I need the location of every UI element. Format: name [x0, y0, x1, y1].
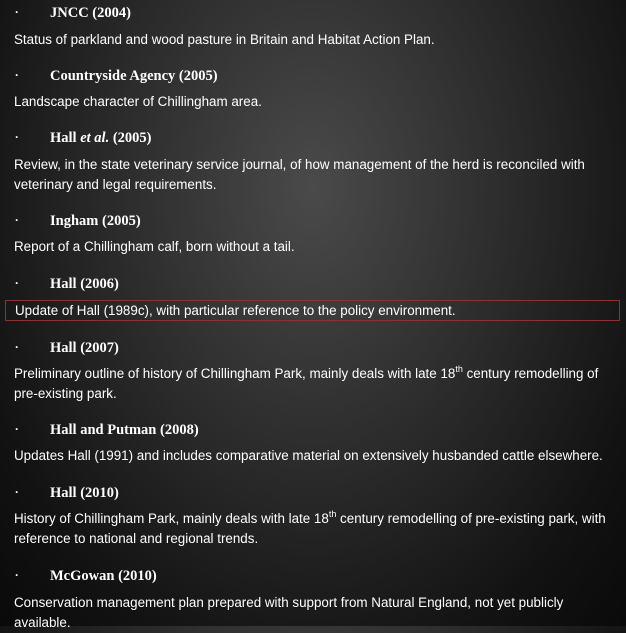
reference-description: Conservation management plan prepared wi…	[14, 595, 564, 630]
bullet-icon: ·	[15, 213, 19, 227]
reference-year: (2004)	[92, 5, 131, 21]
reference-year: (2006)	[80, 276, 119, 292]
reference-author: McGowan	[50, 568, 115, 584]
highlighted-description-box: Update of Hall (1989c), with particular …	[5, 300, 620, 321]
reference-heading: · Hall and Putman (2008)	[0, 419, 626, 441]
reference-author: Hall	[50, 130, 77, 146]
bullet-icon: ·	[15, 68, 19, 82]
reference-year: (2008)	[159, 422, 199, 438]
reference-description: Update of Hall (1989c), with particular …	[15, 303, 456, 318]
reference-description: Preliminary outline of history of Chilli…	[14, 364, 614, 404]
reference-year: (2005)	[178, 68, 218, 84]
reference-author: Ingham	[50, 213, 99, 229]
bullet-icon: ·	[15, 568, 19, 582]
description-text: Preliminary outline of history of Chilli…	[14, 366, 456, 381]
reference-citation: Hall (2010)	[50, 482, 119, 504]
reference-author: JNCC	[50, 5, 89, 21]
reference-author: Hall	[50, 276, 77, 292]
reference-author: Hall	[50, 485, 77, 501]
reference-description: Landscape character of Chillingham area.	[14, 94, 262, 109]
bullet-icon: ·	[15, 5, 19, 19]
reference-citation: Hall (2007)	[50, 337, 119, 359]
reference-author: Hall	[50, 340, 77, 356]
reference-heading: · Hall (2006)	[0, 273, 626, 295]
reference-heading: · Hall (2007)	[0, 337, 626, 359]
bullet-icon: ·	[15, 422, 19, 436]
reference-year: (2005)	[112, 130, 152, 146]
reference-year: (2010)	[80, 485, 119, 501]
bullet-icon: ·	[15, 276, 19, 290]
reference-heading: · JNCC (2004)	[0, 2, 626, 24]
reference-year: (2007)	[80, 340, 119, 356]
bullet-icon: ·	[15, 340, 19, 354]
reference-heading: · Countryside Agency (2005)	[0, 65, 626, 87]
reference-citation: JNCC (2004)	[50, 2, 131, 24]
reference-description: Updates Hall (1991) and includes compara…	[14, 448, 603, 463]
reference-heading: · Hall (2010)	[0, 482, 626, 504]
reference-etal: et al.	[80, 130, 110, 146]
reference-citation: Ingham (2005)	[50, 210, 141, 232]
reference-description: Review, in the state veterinary service …	[14, 157, 585, 192]
reference-description: Report of a Chillingham calf, born witho…	[14, 239, 295, 254]
reference-list: · JNCC (2004) Status of parkland and woo…	[0, 0, 626, 630]
reference-citation: Hall et al. (2005)	[50, 127, 152, 149]
reference-author: Hall and Putman	[50, 422, 157, 438]
reference-year: (2005)	[101, 213, 141, 229]
reference-year: (2010)	[118, 568, 157, 584]
reference-heading: · Hall et al. (2005)	[0, 127, 626, 149]
description-text: History of Chillingham Park, mainly deal…	[14, 511, 329, 526]
ordinal-suffix: th	[455, 363, 463, 374]
reference-citation: McGowan (2010)	[50, 565, 157, 587]
reference-description: Status of parkland and wood pasture in B…	[14, 32, 435, 47]
reference-author: Countryside Agency	[50, 68, 176, 84]
bullet-icon: ·	[15, 130, 19, 144]
reference-description: History of Chillingham Park, mainly deal…	[14, 509, 614, 549]
bullet-icon: ·	[15, 485, 19, 499]
reference-citation: Countryside Agency (2005)	[50, 65, 218, 87]
reference-citation: Hall (2006)	[50, 273, 119, 295]
reference-citation: Hall and Putman (2008)	[50, 419, 199, 441]
ordinal-suffix: th	[328, 508, 337, 519]
reference-heading: · McGowan (2010)	[0, 565, 626, 587]
reference-heading: · Ingham (2005)	[0, 210, 626, 232]
